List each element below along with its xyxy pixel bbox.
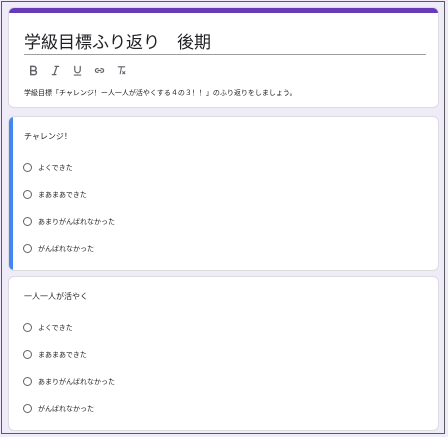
radio-option-label: よくできた — [38, 323, 73, 332]
radio-option-label: がんばれなかった — [38, 244, 94, 253]
radio-option[interactable]: あまりがんばれなかった — [23, 368, 115, 395]
question-title: 一人一人が活やく — [24, 292, 88, 301]
radio-button[interactable] — [23, 323, 32, 332]
active-indicator — [9, 117, 13, 270]
radio-option[interactable]: あまりがんばれなかった — [23, 208, 115, 235]
question-card[interactable]: チャレンジ！ よくできた まあまあできた あまりがんばれなかった がんばれなかっ… — [8, 116, 439, 271]
format-toolbar — [26, 63, 128, 77]
italic-icon[interactable] — [48, 63, 62, 77]
radio-group: よくできた まあまあできた あまりがんばれなかった がんばれなかった — [23, 314, 115, 422]
radio-button[interactable] — [23, 190, 32, 199]
bold-icon[interactable] — [26, 63, 40, 77]
clear-format-icon[interactable] — [114, 63, 128, 77]
form-description[interactable]: 学級目標「チャレンジ！ー人一人が活やくする４の３！！」のふり返りをしましょう。 — [24, 88, 297, 98]
radio-option[interactable]: がんばれなかった — [23, 235, 115, 262]
radio-option-label: よくできた — [38, 163, 73, 172]
radio-option-label: あまりがんばれなかった — [38, 217, 115, 226]
radio-option[interactable]: がんばれなかった — [23, 395, 115, 422]
radio-option-label: まあまあできた — [38, 190, 87, 199]
radio-button[interactable] — [23, 377, 32, 386]
radio-option[interactable]: よくできた — [23, 154, 115, 181]
radio-option[interactable]: よくできた — [23, 314, 115, 341]
radio-option[interactable]: まあまあできた — [23, 341, 115, 368]
question-title: チャレンジ！ — [24, 132, 72, 141]
radio-group: よくできた まあまあできた あまりがんばれなかった がんばれなかった — [23, 154, 115, 262]
link-icon[interactable] — [92, 63, 106, 77]
radio-button[interactable] — [23, 350, 32, 359]
form-title[interactable]: 学級目標ふり返り 後期 — [24, 28, 211, 53]
radio-option-label: まあまあできた — [38, 350, 87, 359]
radio-button[interactable] — [23, 404, 32, 413]
form-header-card: 学級目標ふり返り 後期 学級目標「チャレンジ！ー人一人が活やくする４の３！！」の… — [8, 7, 439, 108]
underline-icon[interactable] — [70, 63, 84, 77]
title-underline — [24, 54, 426, 55]
radio-option-label: あまりがんばれなかった — [38, 377, 115, 386]
radio-button[interactable] — [23, 163, 32, 172]
question-card[interactable]: 一人一人が活やく よくできた まあまあできた あまりがんばれなかった がんばれな… — [8, 276, 439, 431]
radio-option[interactable]: まあまあできた — [23, 181, 115, 208]
radio-button[interactable] — [23, 217, 32, 226]
radio-option-label: がんばれなかった — [38, 404, 94, 413]
radio-button[interactable] — [23, 244, 32, 253]
theme-bar — [9, 8, 438, 13]
